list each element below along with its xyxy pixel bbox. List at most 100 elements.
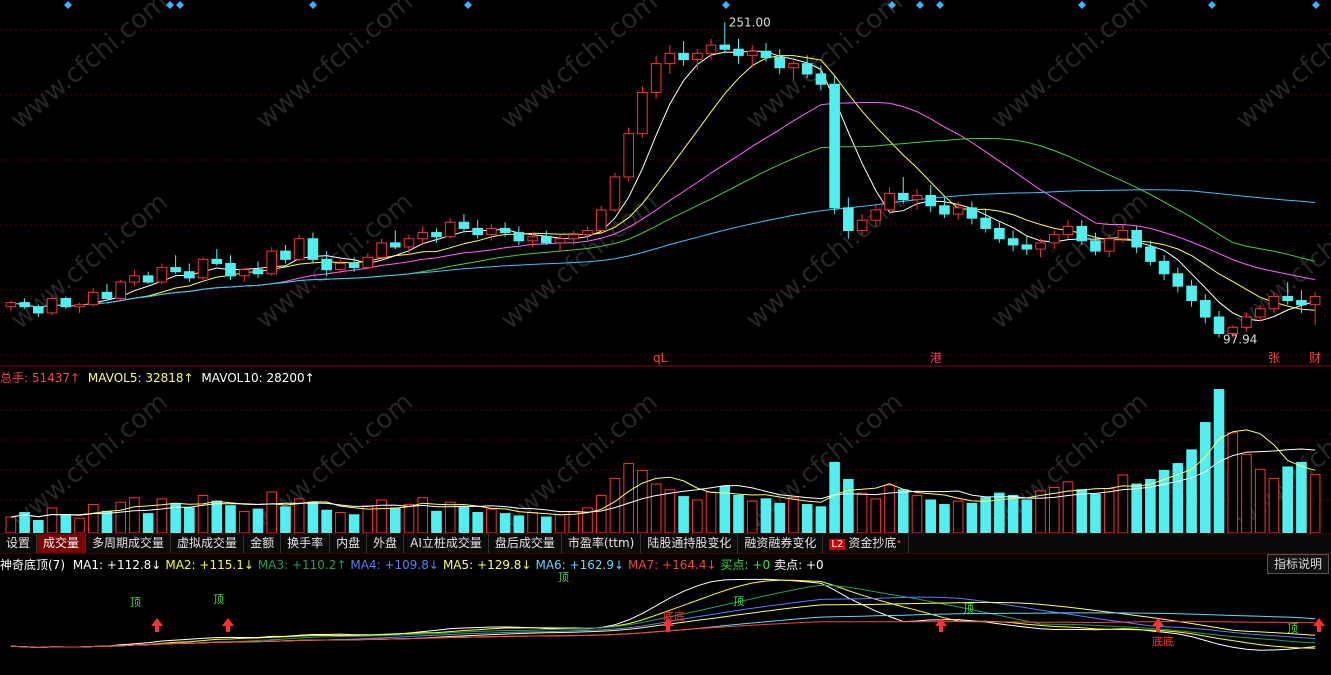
volume-bar <box>252 508 264 534</box>
candle-body <box>870 209 882 221</box>
volume-bar <box>472 512 483 534</box>
volume-bar <box>33 519 44 534</box>
candle-body <box>760 50 772 58</box>
candle-body <box>1103 238 1115 252</box>
volume-bar <box>1021 499 1033 534</box>
volume-bar <box>705 491 717 534</box>
volume-bar <box>197 494 209 534</box>
tab-10[interactable]: 市盈率(ttm) <box>562 534 642 553</box>
tab-8[interactable]: AI立桩成交量 <box>404 534 489 553</box>
tab-9[interactable]: 盘后成交量 <box>489 534 562 553</box>
candle-body <box>911 194 923 201</box>
tab-11[interactable]: 陆股通持股变化 <box>641 534 739 553</box>
candle-body <box>1254 308 1266 318</box>
volume-bar <box>980 497 991 534</box>
volume-bar <box>1199 422 1211 534</box>
candle-body <box>527 236 538 242</box>
volume-bar <box>952 500 964 534</box>
tab-5[interactable]: 换手率 <box>281 534 331 553</box>
tab-1[interactable]: 成交量 <box>37 534 87 553</box>
tab-7[interactable]: 外盘 <box>367 534 405 553</box>
watermark-text: www.cfchi.com <box>740 187 909 335</box>
tab-label: 市盈率(ttm) <box>567 536 635 550</box>
candle-body <box>1076 225 1088 242</box>
volume-bar <box>527 512 538 534</box>
candle-body <box>1309 295 1321 306</box>
candle-body <box>1213 316 1225 335</box>
buy-arrow <box>151 618 163 632</box>
candle-body <box>1268 295 1280 310</box>
tab-label: 盘后成交量 <box>494 536 555 550</box>
tab-6[interactable]: 内盘 <box>330 534 368 553</box>
event-diamond <box>176 1 184 9</box>
volume-bar <box>1131 483 1142 534</box>
candle-body <box>1062 225 1074 236</box>
volume-bar <box>458 506 470 534</box>
volume-bar <box>678 496 689 534</box>
tab-12[interactable]: 融资融券变化 <box>738 534 824 553</box>
volume-bar <box>733 494 744 534</box>
stock-chart[interactable]: www.cfchi.com www.cfchi.com www.cfchi.com w… <box>0 0 1331 675</box>
event-diamond <box>936 1 944 9</box>
volume-bar <box>966 502 978 534</box>
candle-body <box>170 267 181 273</box>
volume-bar <box>211 500 223 534</box>
candle-body <box>595 209 607 232</box>
candle-body <box>211 258 223 264</box>
candle-body <box>33 306 44 314</box>
tab-4[interactable]: 金额 <box>244 534 282 553</box>
tab-2[interactable]: 多周期成交量 <box>86 534 172 553</box>
tab-label: 换手率 <box>287 536 324 550</box>
event-diamond <box>64 1 72 9</box>
candle-body <box>829 83 840 209</box>
candle-body <box>60 297 72 308</box>
candle-body <box>115 281 127 299</box>
volume-bar <box>5 516 17 534</box>
indicator-legend: 神奇底顶(7) MA1: +112.8↓ MA2: +115.1↓ MA3: +11… <box>0 556 832 573</box>
indicator-value-8: 卖点: +0 <box>774 558 824 572</box>
volume-bar <box>1309 473 1321 534</box>
watermark-text: www.cfchi.com <box>5 0 174 135</box>
tab-label: 设置 <box>6 536 31 550</box>
volume-bar <box>101 510 113 534</box>
volume-bar <box>609 477 621 534</box>
candle-body <box>678 52 689 61</box>
volume-bar <box>115 501 127 534</box>
candle-body <box>719 44 731 50</box>
volume-bar <box>939 504 950 534</box>
volume-bar <box>1282 466 1293 534</box>
tab-0[interactable]: 设置 <box>0 534 38 553</box>
volume-bar <box>829 461 840 534</box>
volume-bar <box>1296 461 1307 534</box>
volume-bar <box>788 497 799 534</box>
high-price-label: 251.00 <box>729 15 771 29</box>
volume-bar <box>554 514 566 534</box>
watermark-text: www.cfchi.com <box>250 0 419 135</box>
signal-label: 顶 <box>213 593 224 606</box>
candle-body <box>1145 246 1156 262</box>
volume-bar <box>1062 481 1074 534</box>
candle-body <box>499 227 511 234</box>
candle-body <box>994 227 1005 240</box>
event-diamond <box>1208 1 1216 9</box>
volume-bar <box>486 508 497 534</box>
volume-bar <box>1241 453 1252 534</box>
volume-bar <box>911 494 923 534</box>
tab-13[interactable]: L2 资金抄底• <box>823 534 909 553</box>
event-diamond <box>722 1 730 9</box>
kline-chart-svg[interactable]: www.cfchi.com www.cfchi.com www.cfchi.com w… <box>0 0 1331 675</box>
event-marker-3: 财 <box>1309 351 1321 365</box>
candle-body <box>1090 240 1101 252</box>
candle-body <box>568 234 580 240</box>
candle-body <box>458 221 470 229</box>
candle-body <box>1117 230 1129 240</box>
candle-body <box>225 262 236 277</box>
indicator-help-button[interactable]: 指标说明 <box>1266 554 1329 574</box>
volume-bar <box>431 510 442 534</box>
indicator-tab-bar: 设置 成交量 多周期成交量 虚拟成交量 金额 换手率 内盘 外盘 AI立桩成交量 盘后成交量 市盈率… <box>0 533 1331 554</box>
candle-body <box>1296 300 1307 306</box>
indicator-value-6: MA7: +164.4↓ <box>628 558 717 572</box>
volume-bar <box>664 489 676 534</box>
candle-body <box>705 44 717 54</box>
tab-3[interactable]: 虚拟成交量 <box>171 534 245 553</box>
